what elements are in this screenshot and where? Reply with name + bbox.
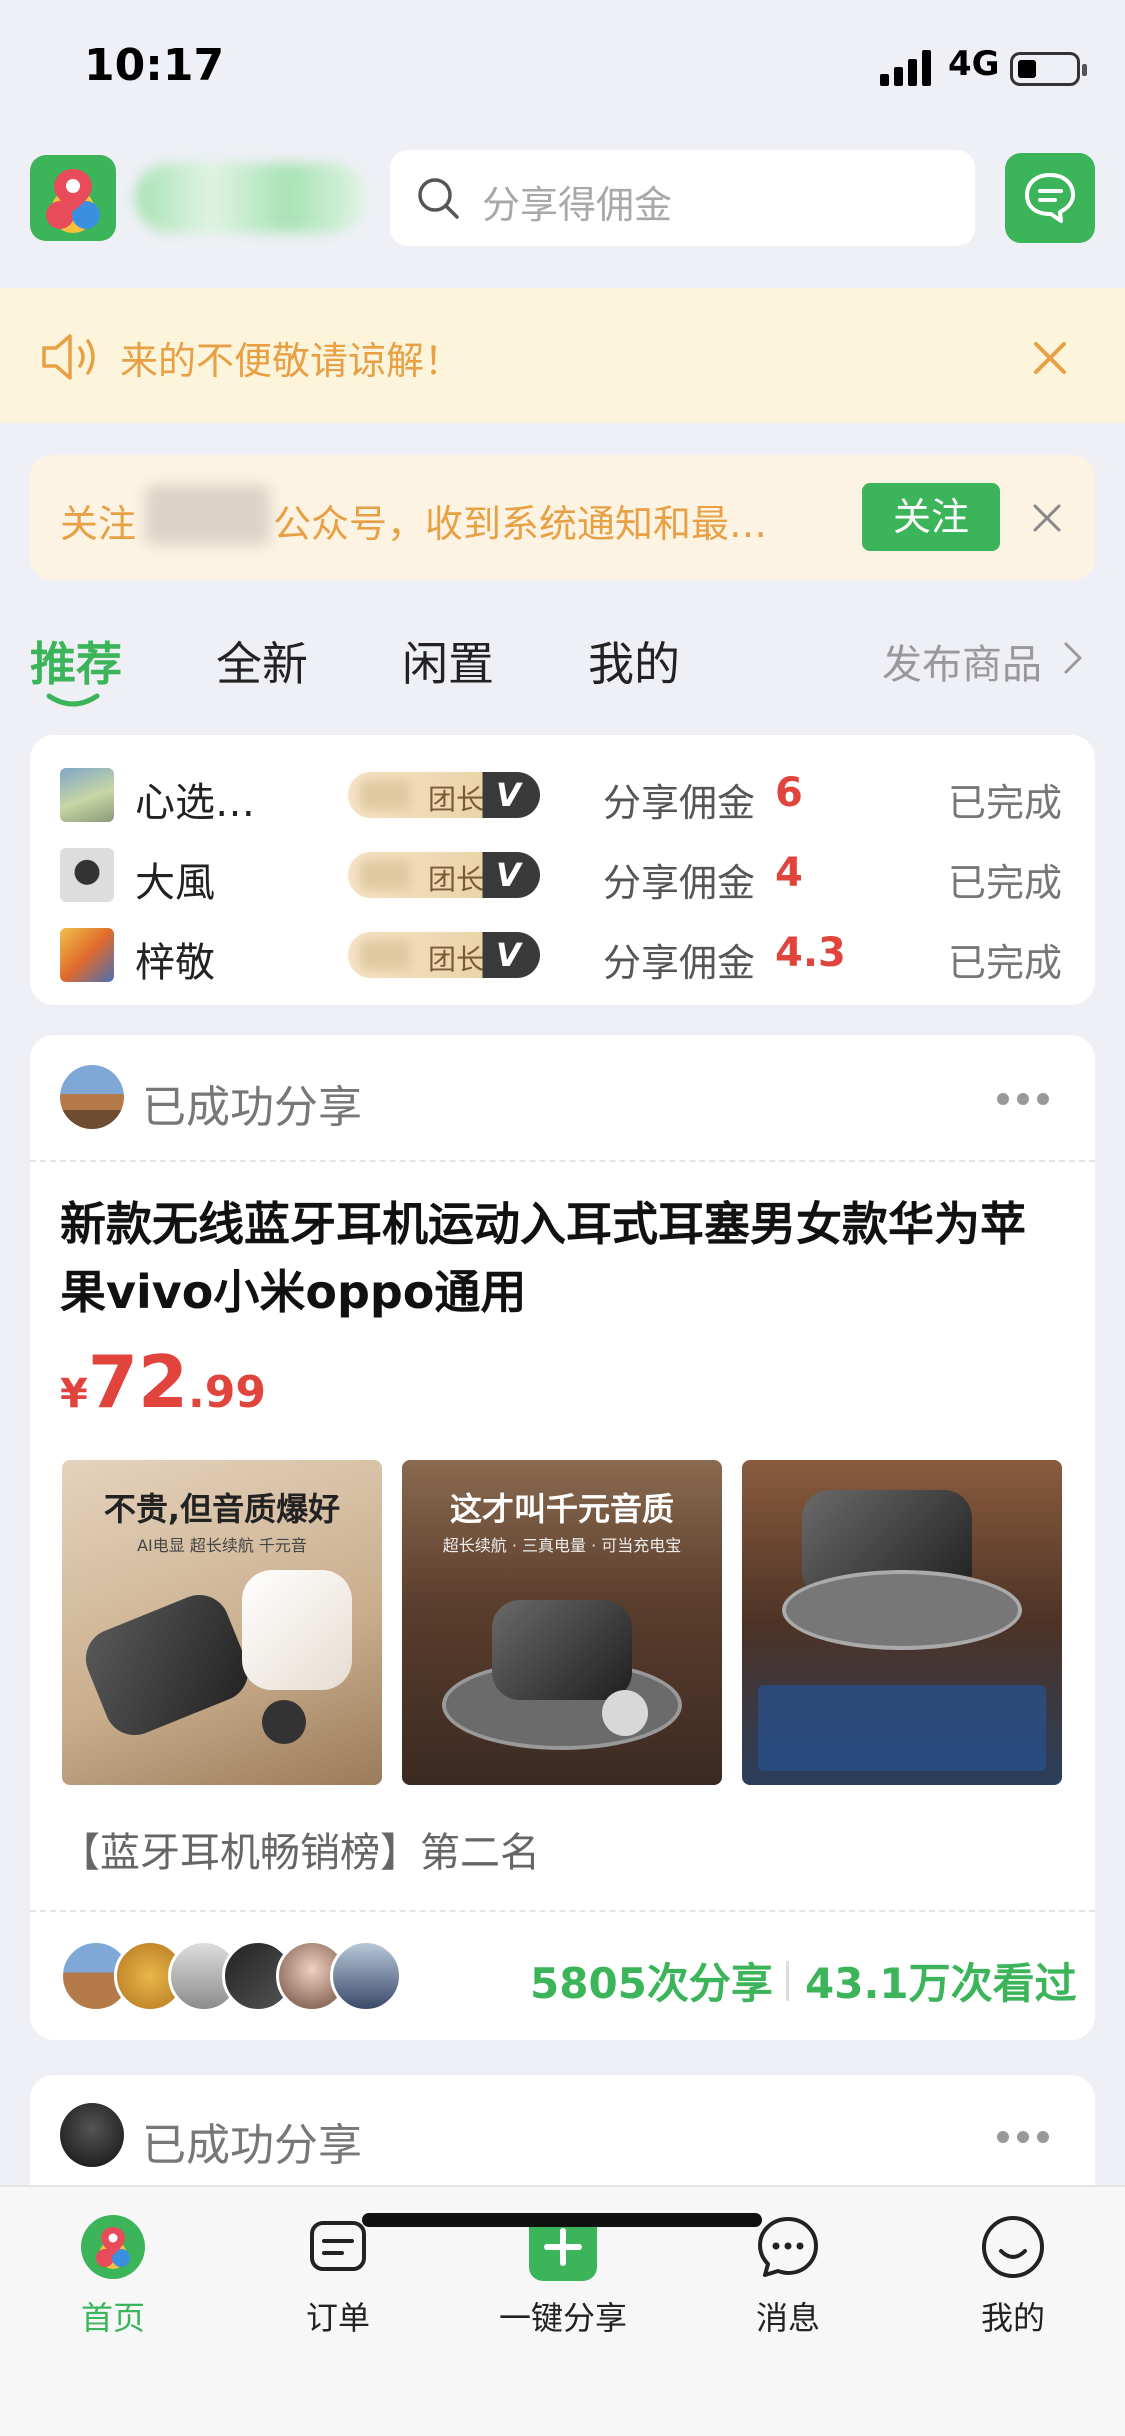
signal-icon bbox=[880, 50, 931, 86]
tab-new[interactable]: 全新 bbox=[216, 628, 308, 694]
commission-amount: 6 bbox=[775, 770, 803, 816]
commission-label: 分享佣金 bbox=[603, 781, 756, 825]
share-count: 5805次分享 bbox=[530, 1959, 773, 2008]
product-image[interactable]: 不贵,但音质爆好 AI电显 超长续航 千元音 bbox=[62, 1460, 382, 1785]
app-logo-icon[interactable] bbox=[30, 155, 116, 241]
feed-row[interactable]: 梓敬 团长 V 分享佣金 4.3 已完成 bbox=[30, 920, 1095, 1000]
battery-icon bbox=[1010, 52, 1087, 86]
profile-icon bbox=[982, 2216, 1044, 2278]
divider bbox=[30, 1910, 1095, 1912]
leader-badge: 团长 V bbox=[348, 932, 540, 978]
status-text: 已完成 bbox=[948, 941, 1063, 985]
avatar bbox=[60, 848, 114, 902]
search-input[interactable]: 分享得佣金 bbox=[390, 150, 975, 246]
more-icon[interactable] bbox=[995, 1091, 1051, 1107]
feed-row[interactable]: 心选… 团长 V 分享佣金 6 已完成 bbox=[30, 760, 1095, 840]
notice-text: 来的不便敬请谅解！ bbox=[120, 339, 463, 383]
user-name: 梓敬 bbox=[135, 940, 215, 986]
product-title[interactable]: 新款无线蓝牙耳机运动入耳式耳塞男女款华为苹果vivo小米oppo通用 bbox=[60, 1190, 1070, 1326]
close-icon[interactable] bbox=[1030, 338, 1070, 378]
view-count: 43.1万次看过 bbox=[805, 1959, 1077, 2008]
tab-orders[interactable]: 订单 bbox=[258, 2213, 418, 2337]
product-image[interactable] bbox=[742, 1460, 1062, 1785]
avatar bbox=[60, 2103, 124, 2167]
avatar bbox=[330, 1940, 402, 2012]
close-icon[interactable] bbox=[1030, 501, 1064, 535]
divider bbox=[786, 1961, 789, 2001]
share-status: 已成功分享 bbox=[142, 2120, 362, 2171]
status-text: 已完成 bbox=[948, 861, 1063, 905]
leader-badge: 团长 V bbox=[348, 852, 540, 898]
sharer-avatars bbox=[60, 1940, 402, 2016]
product-price: ¥72.99 bbox=[60, 1340, 266, 1424]
status-time: 10:17 bbox=[84, 40, 225, 91]
commission-label: 分享佣金 bbox=[603, 861, 756, 905]
divider bbox=[30, 1160, 1095, 1162]
product-image[interactable]: 这才叫千元音质 超长续航 · 三真电量 · 可当充电宝 bbox=[402, 1460, 722, 1785]
tab-idle[interactable]: 闲置 bbox=[402, 628, 494, 694]
search-icon bbox=[418, 178, 459, 219]
search-placeholder: 分享得佣金 bbox=[482, 183, 673, 227]
share-status: 已成功分享 bbox=[142, 1082, 362, 1133]
ranking-label: 【蓝牙耳机畅销榜】第二名 bbox=[60, 1830, 540, 1876]
publish-link[interactable]: 发布商品 bbox=[882, 632, 1042, 690]
more-icon[interactable] bbox=[995, 2129, 1051, 2145]
tab-messages[interactable]: 消息 bbox=[708, 2213, 868, 2337]
follow-banner: 关注 公众号，收到系统通知和最… 关注 bbox=[30, 455, 1095, 580]
commission-label: 分享佣金 bbox=[603, 941, 756, 985]
notice-bar: 来的不便敬请谅解！ bbox=[0, 288, 1125, 423]
avatar bbox=[60, 1065, 124, 1129]
avatar bbox=[60, 768, 114, 822]
home-logo-icon bbox=[81, 2215, 145, 2279]
brand-name-blurred bbox=[135, 163, 365, 233]
tab-quick-share[interactable]: 一键分享 bbox=[483, 2213, 643, 2337]
chevron-right-icon bbox=[1064, 642, 1082, 674]
home-indicator bbox=[362, 2213, 762, 2227]
chat-icon bbox=[1025, 173, 1075, 223]
user-name: 大風 bbox=[135, 860, 215, 906]
avatar bbox=[60, 928, 114, 982]
tab-home[interactable]: 首页 bbox=[33, 2213, 193, 2337]
tab-mine[interactable]: 我的 bbox=[588, 628, 680, 694]
account-name-blurred bbox=[145, 485, 270, 545]
follow-button[interactable]: 关注 bbox=[862, 483, 1000, 551]
leader-badge: 团长 V bbox=[348, 772, 540, 818]
status-bar: 10:17 4G bbox=[0, 0, 1125, 140]
status-text: 已完成 bbox=[948, 781, 1063, 825]
feed-row[interactable]: 大風 团长 V 分享佣金 4 已完成 bbox=[30, 840, 1095, 920]
user-name: 心选… bbox=[135, 780, 255, 826]
tab-profile[interactable]: 我的 bbox=[933, 2213, 1093, 2337]
follow-text: 公众号，收到系统通知和最… bbox=[273, 502, 768, 546]
message-icon bbox=[758, 2217, 818, 2277]
network-type: 4G bbox=[948, 44, 1000, 84]
share-card[interactable]: 已成功分享 新款无线蓝牙耳机运动入耳式耳塞男女款华为苹果vivo小米oppo通用… bbox=[30, 1035, 1095, 2040]
category-tabs: 推荐 全新 闲置 我的 发布商品 bbox=[0, 610, 1125, 710]
commission-amount: 4 bbox=[775, 850, 803, 896]
speaker-icon bbox=[42, 334, 95, 380]
tab-recommend[interactable]: 推荐 bbox=[30, 628, 122, 694]
tab-active-indicator bbox=[46, 693, 100, 707]
chat-button[interactable] bbox=[1005, 153, 1095, 243]
follow-prefix: 关注 bbox=[60, 502, 137, 546]
commission-amount: 4.3 bbox=[775, 930, 846, 976]
commission-feed: 心选… 团长 V 分享佣金 6 已完成 大風 团长 V 分享佣金 4 已完成 梓… bbox=[30, 735, 1095, 1005]
